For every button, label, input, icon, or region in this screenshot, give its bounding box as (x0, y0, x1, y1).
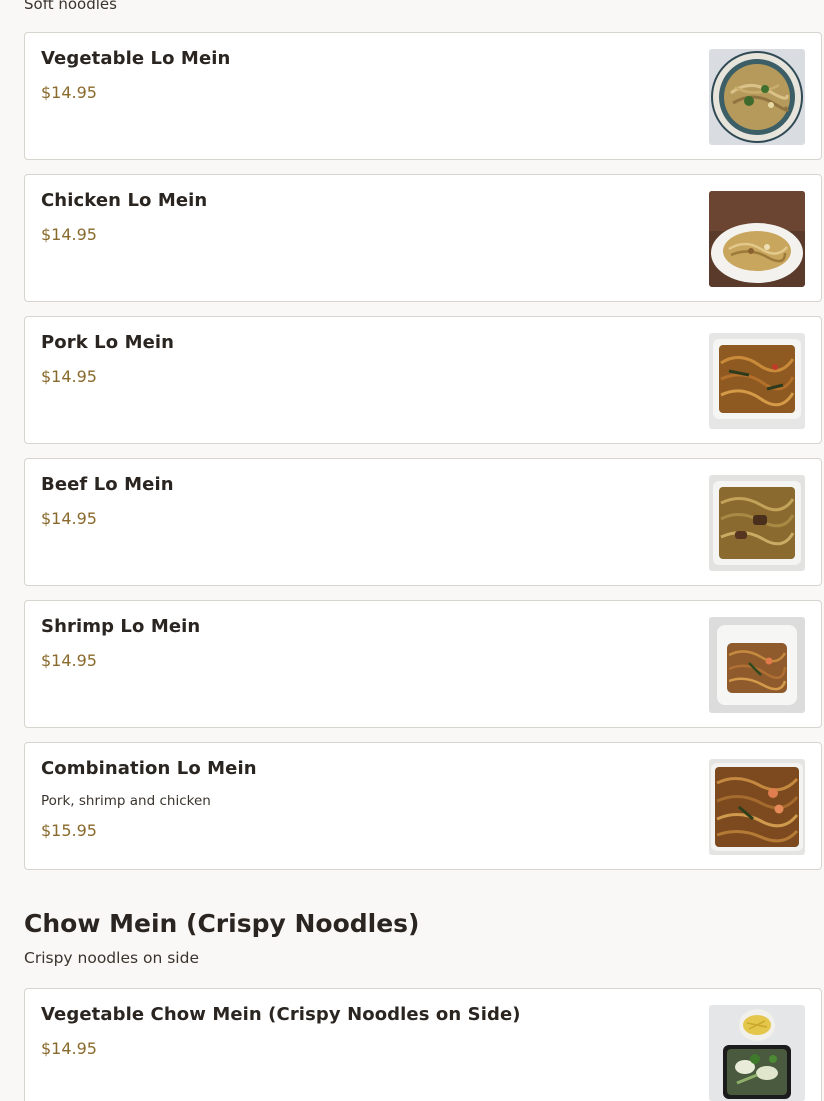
menu-item-name: Vegetable Chow Mein (Crispy Noodles on S… (41, 1004, 521, 1025)
menu-item-photo (709, 475, 805, 571)
menu-item-description: Pork, shrimp and chicken (41, 793, 211, 809)
menu-item-price: $14.95 (41, 509, 97, 528)
menu-item-card[interactable]: Pork Lo Mein $14.95 (24, 316, 822, 444)
menu-item-price: $14.95 (41, 83, 97, 102)
menu-item-card[interactable]: Vegetable Lo Mein $14.95 (24, 32, 822, 160)
section-title: Chow Mein (Crispy Noodles) (24, 909, 420, 938)
menu-item-name: Pork Lo Mein (41, 332, 175, 353)
menu-item-name: Chicken Lo Mein (41, 190, 208, 211)
menu-item-card[interactable]: Beef Lo Mein $14.95 (24, 458, 822, 586)
menu-item-photo (709, 759, 805, 855)
menu-item-photo (709, 49, 805, 145)
menu-item-name: Vegetable Lo Mein (41, 48, 231, 69)
menu-item-photo (709, 1005, 805, 1101)
menu-item-price: $14.95 (41, 1039, 97, 1058)
menu-item-price: $15.95 (41, 821, 97, 840)
menu-item-photo (709, 333, 805, 429)
menu-item-card[interactable]: Chicken Lo Mein $14.95 (24, 174, 822, 302)
menu-item-card[interactable]: Shrimp Lo Mein $14.95 (24, 600, 822, 728)
menu-item-name: Shrimp Lo Mein (41, 616, 201, 637)
menu-item-name: Combination Lo Mein (41, 758, 257, 779)
section-description: Crispy noodles on side (24, 949, 199, 967)
menu-item-name: Beef Lo Mein (41, 474, 174, 495)
section-description: Soft noodles (24, 0, 117, 13)
menu-item-price: $14.95 (41, 367, 97, 386)
menu-item-photo (709, 191, 805, 287)
menu-item-price: $14.95 (41, 651, 97, 670)
menu-item-photo (709, 617, 805, 713)
menu-item-card[interactable]: Combination Lo Mein Pork, shrimp and chi… (24, 742, 822, 870)
menu-item-card[interactable]: Vegetable Chow Mein (Crispy Noodles on S… (24, 988, 822, 1101)
menu-item-price: $14.95 (41, 225, 97, 244)
menu-page: Soft noodles Vegetable Lo Mein $14.95 Ch… (0, 0, 824, 1101)
